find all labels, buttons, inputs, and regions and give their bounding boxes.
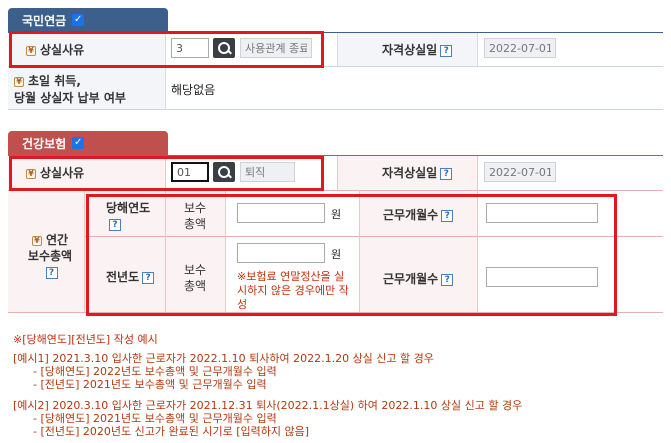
help-icon[interactable]: ?	[45, 266, 58, 279]
highlight-health-loss-reason	[9, 156, 324, 191]
pension-loss-date-label: 자격상실일?	[382, 41, 453, 58]
help-icon[interactable]: ?	[440, 44, 453, 57]
required-icon: ¥	[14, 76, 24, 87]
example1-line-b: - [전년도] 2021년도 보수총액 및 근무개월수 입력	[33, 378, 267, 391]
pension-loss-date-field	[484, 38, 556, 58]
required-icon: ¥	[31, 235, 42, 246]
highlight-annual-pay	[86, 194, 617, 316]
example2-line-b: - [전년도] 2020년도 신고가 완료된 시기로 [입력하지 않음]	[33, 425, 310, 438]
annual-pay-label: ¥ 연간 보수총액 ?	[27, 233, 73, 279]
examples-heading: ※[당해연도][전년도] 작성 예시	[13, 333, 158, 346]
pension-checkbox[interactable]: ✓	[72, 14, 85, 26]
health-title: 건강보험	[22, 136, 67, 151]
pension-title: 국민연금	[22, 13, 67, 28]
pension-first-acq-label: ¥ 초일 취득, 당월 상실자 납부 여부	[14, 74, 126, 105]
pension-first-acq-value: 해당없음	[171, 83, 216, 97]
health-loss-date-label: 자격상실일?	[382, 164, 453, 181]
health-checkbox[interactable]: ✓	[72, 137, 85, 149]
pension-tab: 국민연금 ✓	[8, 8, 168, 32]
health-loss-date-field	[484, 162, 556, 182]
highlight-pension-loss-reason	[9, 31, 324, 68]
health-tab: 건강보험 ✓	[8, 131, 168, 155]
help-icon[interactable]: ?	[440, 167, 453, 180]
